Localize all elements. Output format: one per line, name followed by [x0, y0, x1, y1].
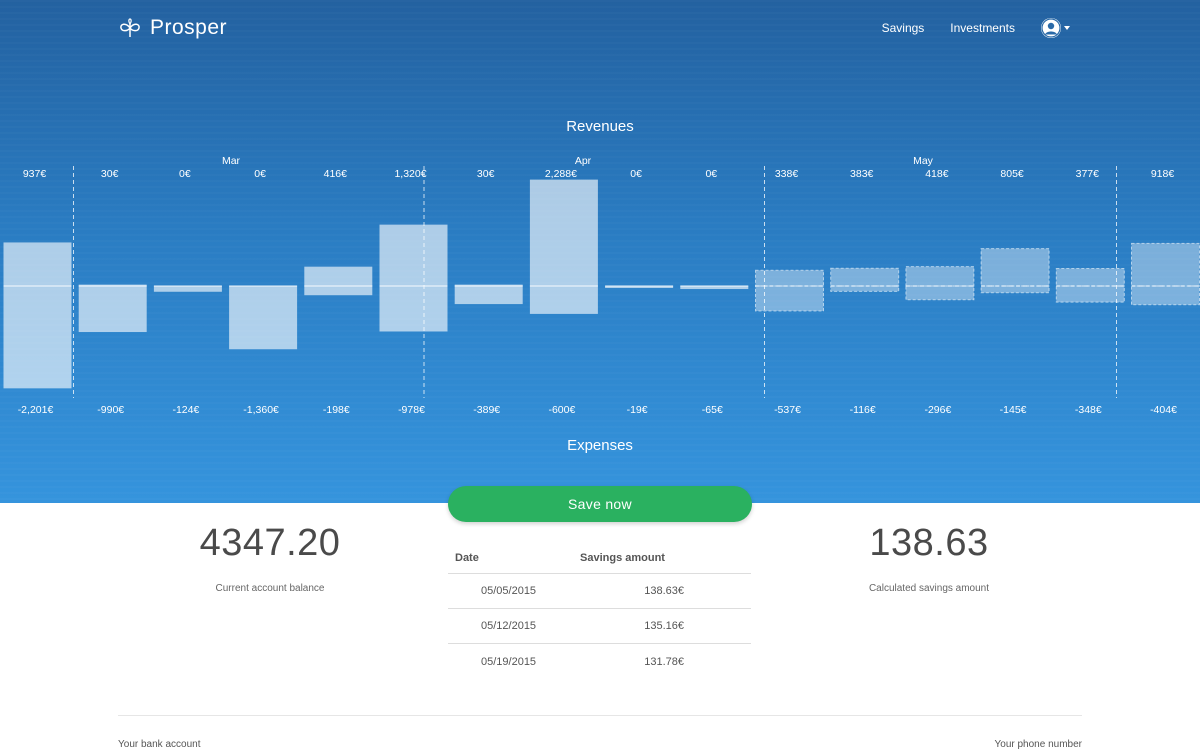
logo[interactable]: Prosper	[118, 14, 227, 42]
phone-number-label: Your phone number	[994, 739, 1082, 750]
expense-bar[interactable]	[755, 285, 824, 312]
hero-panel: Mar Apr May 937€ -2,201€ 30€ -990€ 0€ -124€ 0€ -1,…	[0, 0, 1200, 503]
brand-name: Prosper	[150, 16, 228, 39]
revenue-label: 383€	[850, 168, 874, 180]
revenue-label: 416€	[324, 168, 348, 180]
savings-value: 138.63	[869, 522, 989, 564]
expense-bar[interactable]	[78, 286, 147, 333]
expense-label: -1,360€	[243, 404, 279, 416]
sprout-logo-icon	[120, 18, 140, 38]
table-row: 05/19/2015 131.78€	[448, 644, 751, 679]
row-date: 05/05/2015	[481, 585, 537, 597]
expense-bar[interactable]	[379, 286, 448, 332]
expense-label: -198€	[323, 404, 350, 416]
user-avatar-icon	[1041, 18, 1061, 38]
revenue-label: 2,288€	[545, 168, 577, 180]
expense-bar[interactable]	[980, 285, 1050, 294]
revenue-bar[interactable]	[905, 266, 975, 287]
row-amount: 138.63€	[644, 585, 684, 597]
revenue-label: 918€	[1151, 168, 1175, 180]
expense-label: -978€	[398, 404, 425, 416]
revenue-bar[interactable]	[304, 266, 373, 286]
expense-label: -348€	[1075, 404, 1102, 416]
revenue-bar[interactable]	[529, 179, 598, 286]
section-divider	[118, 715, 1082, 716]
revenue-bar[interactable]	[980, 248, 1050, 287]
revenue-label: 0€	[179, 168, 191, 180]
balance-value: 4347.20	[199, 522, 341, 564]
revenue-expense-chart: Mar Apr May 937€ -2,201€ 30€ -990€ 0€ -124€ 0€ -1,…	[3, 155, 1200, 416]
revenue-bar[interactable]	[755, 269, 824, 287]
expense-label: -19€	[627, 404, 648, 416]
column-header-date: Date	[455, 552, 479, 564]
column-header-savings-amount: Savings amount	[580, 552, 665, 564]
revenue-label: 937€	[23, 168, 47, 180]
expense-bar[interactable]	[454, 286, 523, 305]
expense-label: -145€	[1000, 404, 1027, 416]
row-date: 05/19/2015	[481, 655, 537, 668]
revenue-label: 30€	[101, 168, 119, 180]
revenue-label: 377€	[1076, 168, 1100, 180]
revenue-label: 1,320€	[394, 168, 426, 180]
expense-label: -65€	[702, 404, 723, 416]
revenue-label: 0€	[254, 168, 266, 180]
balance-stat: 4347.20 Current account balance	[170, 522, 370, 594]
revenue-bar[interactable]	[1055, 267, 1125, 287]
balance-label: Current account balance	[215, 583, 325, 594]
revenue-label: 338€	[775, 168, 799, 180]
expense-bar[interactable]	[153, 286, 222, 292]
expense-bar[interactable]	[1055, 285, 1125, 303]
revenue-label: 0€	[705, 168, 717, 180]
revenue-label: 805€	[1000, 168, 1024, 180]
revenue-label: 418€	[925, 168, 949, 180]
top-nav: Savings Investments	[882, 16, 1070, 40]
save-now-button[interactable]: Save now	[448, 486, 752, 522]
nav-link-savings[interactable]: Savings	[882, 21, 925, 35]
expense-label: -124€	[172, 404, 199, 416]
row-date: 05/12/2015	[481, 620, 537, 632]
revenue-bar[interactable]	[1131, 242, 1200, 287]
revenue-label: 30€	[477, 168, 495, 180]
expense-label: -990€	[97, 404, 124, 416]
revenue-bar[interactable]	[379, 224, 448, 286]
expense-label: -537€	[774, 404, 801, 416]
expense-label: -296€	[924, 404, 951, 416]
revenue-bar[interactable]	[3, 242, 72, 286]
expenses-title: Expenses	[567, 437, 633, 454]
expense-bar[interactable]	[830, 285, 900, 292]
expense-bar[interactable]	[304, 286, 373, 296]
row-amount: 135.16€	[644, 620, 684, 632]
revenue-bar[interactable]	[830, 267, 900, 287]
bank-account-label: Your bank account	[118, 739, 201, 750]
expense-label: -389€	[473, 404, 500, 416]
savings-table: Date Savings amount 05/05/2015 138.63€ 0…	[448, 543, 751, 679]
nav-link-investments[interactable]: Investments	[950, 21, 1015, 35]
revenue-label: 0€	[630, 168, 642, 180]
revenues-title: Revenues	[566, 118, 634, 135]
savings-label: Calculated savings amount	[868, 583, 990, 594]
user-menu-button[interactable]	[1041, 18, 1070, 38]
month-label: Apr	[575, 155, 592, 167]
row-amount: 131.78€	[644, 655, 684, 668]
month-label: May	[913, 155, 934, 167]
expense-label: -404€	[1150, 404, 1177, 416]
expense-bar[interactable]	[229, 286, 298, 350]
expense-bar[interactable]	[1131, 285, 1200, 306]
expense-label: -116€	[850, 404, 876, 416]
table-row: 05/12/2015 135.16€	[448, 609, 751, 644]
expense-bar[interactable]	[529, 286, 598, 314]
savings-stat: 138.63 Calculated savings amount	[829, 522, 1029, 594]
table-header: Date Savings amount	[448, 543, 751, 574]
expense-label: -600€	[548, 404, 575, 416]
table-row: 05/05/2015 138.63€	[448, 574, 751, 609]
expense-bar[interactable]	[905, 285, 975, 301]
expense-bar[interactable]	[3, 286, 72, 389]
month-label: Mar	[222, 155, 241, 167]
chevron-down-icon	[1064, 26, 1070, 30]
expense-label: -2,201€	[18, 404, 54, 416]
